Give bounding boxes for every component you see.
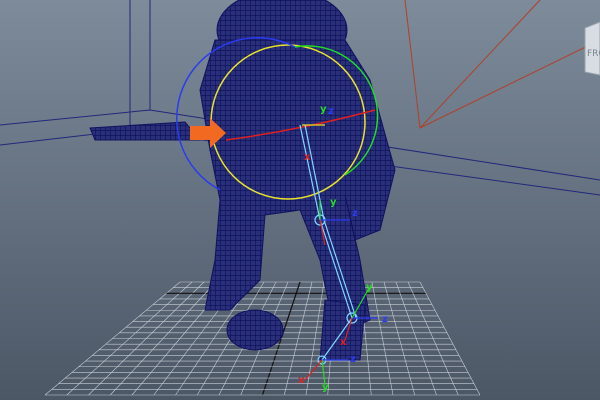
axis-label: y (366, 282, 373, 293)
axis-label: y (322, 382, 329, 393)
view-cube-face-label: FRONT (587, 49, 600, 59)
axis-label: z (350, 354, 356, 365)
axis-label: z (352, 208, 358, 219)
axis-label: z (328, 106, 334, 117)
axis-label: y (320, 104, 327, 115)
axis-label: z (382, 314, 388, 325)
axis-label: x (298, 375, 305, 386)
view-cube[interactable]: FRONT (584, 21, 600, 76)
axis-label: x (340, 337, 347, 348)
viewport[interactable]: y z x y z y z x y z x FRONT (0, 0, 600, 400)
axis-label: x (304, 152, 311, 163)
axis-label: y (330, 197, 337, 208)
